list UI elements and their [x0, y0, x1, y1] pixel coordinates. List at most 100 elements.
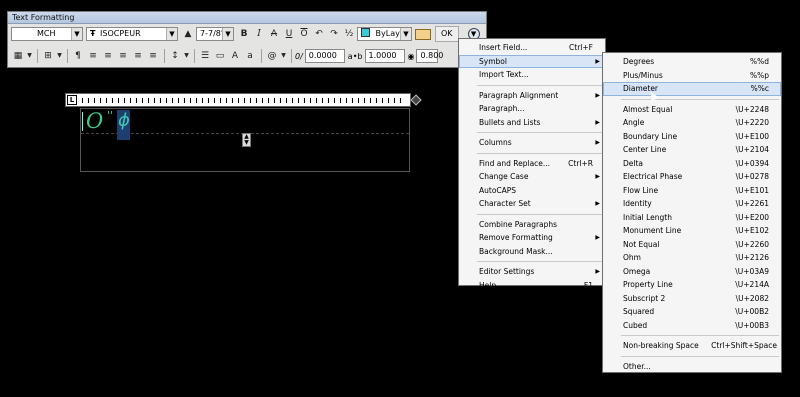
tracking-input[interactable]: 1.0000: [364, 49, 405, 63]
menu-item-symbol[interactable]: Symbol ▶: [459, 54, 605, 68]
symbol-code: \U+2260: [735, 239, 769, 249]
symbol-item-other[interactable]: Other...: [603, 360, 781, 374]
insert-field-icon[interactable]: ▭: [213, 49, 227, 63]
tab-type-icon[interactable]: L: [67, 95, 77, 105]
toolbar-title[interactable]: Text Formatting: [8, 12, 486, 24]
stack-icon[interactable]: ½: [342, 27, 356, 41]
menu-item-insert-field[interactable]: Insert Field... Ctrl+F: [459, 41, 605, 55]
symbol-item-plus-minus[interactable]: Plus/Minus %%p: [603, 69, 781, 83]
menu-item-remove-formatting[interactable]: Remove Formatting ▶: [459, 231, 605, 245]
menu-separator: [477, 213, 603, 215]
uppercase-icon[interactable]: A: [228, 49, 242, 63]
justify-icon[interactable]: ≡: [131, 49, 145, 63]
underline-button[interactable]: U: [282, 27, 296, 41]
menu-item-background-mask[interactable]: Background Mask...: [459, 245, 605, 259]
symbol-item-center-line[interactable]: Center Line \U+2104: [603, 143, 781, 157]
symbol-code: \U+00B3: [735, 320, 769, 330]
symbol-icon[interactable]: @: [265, 49, 279, 63]
menu-item-change-case[interactable]: Change Case ▶: [459, 170, 605, 184]
symbol-code: \U+2082: [735, 293, 769, 303]
symbol-code: %%p: [749, 70, 769, 80]
symbol-item-ohm[interactable]: Ohm \U+2126: [603, 251, 781, 265]
menu-item-autocaps[interactable]: AutoCAPS: [459, 184, 605, 198]
text-ruler[interactable]: L: [65, 93, 411, 107]
menu-item-combine-paragraphs[interactable]: Combine Paragraphs: [459, 218, 605, 232]
annotative-icon[interactable]: ▲: [181, 27, 195, 41]
lowercase-icon[interactable]: a: [243, 49, 257, 63]
symbol-item-subscript-2[interactable]: Subscript 2 \U+2082: [603, 292, 781, 306]
menu-item-paragraph[interactable]: Paragraph...: [459, 102, 605, 116]
paragraph-icon[interactable]: ¶: [71, 49, 85, 63]
strikethrough-button[interactable]: A: [267, 27, 281, 41]
symbol-label: Initial Length: [623, 212, 673, 222]
width-factor-input[interactable]: 0.800: [416, 49, 443, 63]
style-combo[interactable]: MCH ▼: [11, 27, 83, 41]
symbol-item-identity[interactable]: Identity \U+2261: [603, 197, 781, 211]
symbol-item-initial-length[interactable]: Initial Length \U+E200: [603, 211, 781, 225]
oblique-angle-input[interactable]: 0.0000: [304, 49, 345, 63]
menu-item-find-and-replace[interactable]: Find and Replace... Ctrl+R: [459, 157, 605, 171]
color-combo[interactable]: ByLayer ▼: [357, 27, 412, 41]
symbol-label: Angle: [623, 118, 645, 127]
menu-item-import-text[interactable]: Import Text...: [459, 68, 605, 82]
numbering-icon[interactable]: ☰: [198, 49, 212, 63]
menu-item-label: Bullets and Lists: [479, 117, 541, 127]
ruler-resize-handle[interactable]: [410, 94, 422, 106]
align-right-icon[interactable]: ≡: [116, 49, 130, 63]
symbol-label: Identity: [623, 199, 652, 208]
ruler-icon[interactable]: [415, 28, 431, 40]
symbol-item-omega[interactable]: Omega \U+03A9: [603, 265, 781, 279]
undo-icon[interactable]: ↶: [312, 27, 326, 41]
menu-separator: [621, 98, 779, 100]
align-left-icon[interactable]: ≡: [86, 49, 100, 63]
symbol-item-angle[interactable]: Angle \U+2220: [603, 116, 781, 130]
toolbar-divider: [67, 49, 68, 63]
menu-item-help[interactable]: Help F1: [459, 279, 605, 293]
menu-item-label: Character Set: [479, 199, 531, 208]
font-combo[interactable]: Ŧ ISOCPEUR ▼: [86, 27, 178, 41]
chevron-down-icon[interactable]: ▼: [183, 49, 190, 63]
menu-item-editor-settings[interactable]: Editor Settings ▶: [459, 265, 605, 279]
symbol-label: Degrees: [623, 57, 655, 66]
ok-button[interactable]: OK: [435, 26, 459, 42]
toolbar-divider: [164, 49, 165, 63]
symbol-item-property-line[interactable]: Property Line \U+214A: [603, 278, 781, 292]
chevron-down-icon[interactable]: ▼: [280, 49, 287, 63]
overline-button[interactable]: O: [297, 27, 311, 41]
line-spacing-icon[interactable]: ↕: [168, 49, 182, 63]
columns-icon[interactable]: ▦: [11, 49, 25, 63]
symbol-item-non-breaking-space[interactable]: Non-breaking Space Ctrl+Shift+Space: [603, 339, 781, 353]
ruler-ticks: [82, 98, 405, 103]
justification-icon[interactable]: ⊞: [41, 49, 55, 63]
symbol-item-delta[interactable]: Delta \U+0394: [603, 157, 781, 171]
menu-separator: [477, 132, 603, 133]
menu-item-paragraph-alignment[interactable]: Paragraph Alignment ▶: [459, 89, 605, 103]
chevron-down-icon[interactable]: ▼: [56, 49, 63, 63]
symbol-item-electrical-phase[interactable]: Electrical Phase \U+0278: [603, 170, 781, 184]
align-center-icon[interactable]: ≡: [101, 49, 115, 63]
text-height-combo[interactable]: 7-7/8" ▼: [196, 27, 234, 41]
symbol-label: Plus/Minus: [623, 70, 663, 80]
symbol-item-boundary-line[interactable]: Boundary Line \U+E100: [603, 130, 781, 144]
chevron-down-icon[interactable]: ▼: [26, 49, 33, 63]
symbol-item-cubed[interactable]: Cubed \U+00B3: [603, 319, 781, 333]
distribute-icon[interactable]: ≡: [146, 49, 160, 63]
height-spinner[interactable]: ▲ ▼: [242, 133, 251, 147]
menu-item-label: Remove Formatting: [479, 233, 553, 242]
symbol-item-almost-equal[interactable]: Almost Equal \U+2248: [603, 103, 781, 117]
italic-button[interactable]: I: [252, 27, 266, 41]
redo-icon[interactable]: ↷: [327, 27, 341, 41]
menu-item-bullets-and-lists[interactable]: Bullets and Lists ▶: [459, 116, 605, 130]
color-swatch: [361, 28, 370, 37]
symbol-item-degrees[interactable]: Degrees %%d: [603, 55, 781, 69]
symbol-item-monument-line[interactable]: Monument Line \U+E102: [603, 224, 781, 238]
menu-item-character-set[interactable]: Character Set ▶: [459, 197, 605, 211]
symbol-item-diameter[interactable]: Diameter %%c: [603, 82, 781, 96]
menu-item-columns[interactable]: Columns ▶: [459, 136, 605, 150]
symbol-label: Center Line: [623, 145, 667, 154]
symbol-item-not-equal[interactable]: Not Equal \U+2260: [603, 238, 781, 252]
symbol-item-squared[interactable]: Squared \U+00B2: [603, 305, 781, 319]
width-factor-icon: ◉: [407, 51, 415, 61]
symbol-item-flow-line[interactable]: Flow Line \U+E101: [603, 184, 781, 198]
bold-button[interactable]: B: [237, 27, 251, 41]
